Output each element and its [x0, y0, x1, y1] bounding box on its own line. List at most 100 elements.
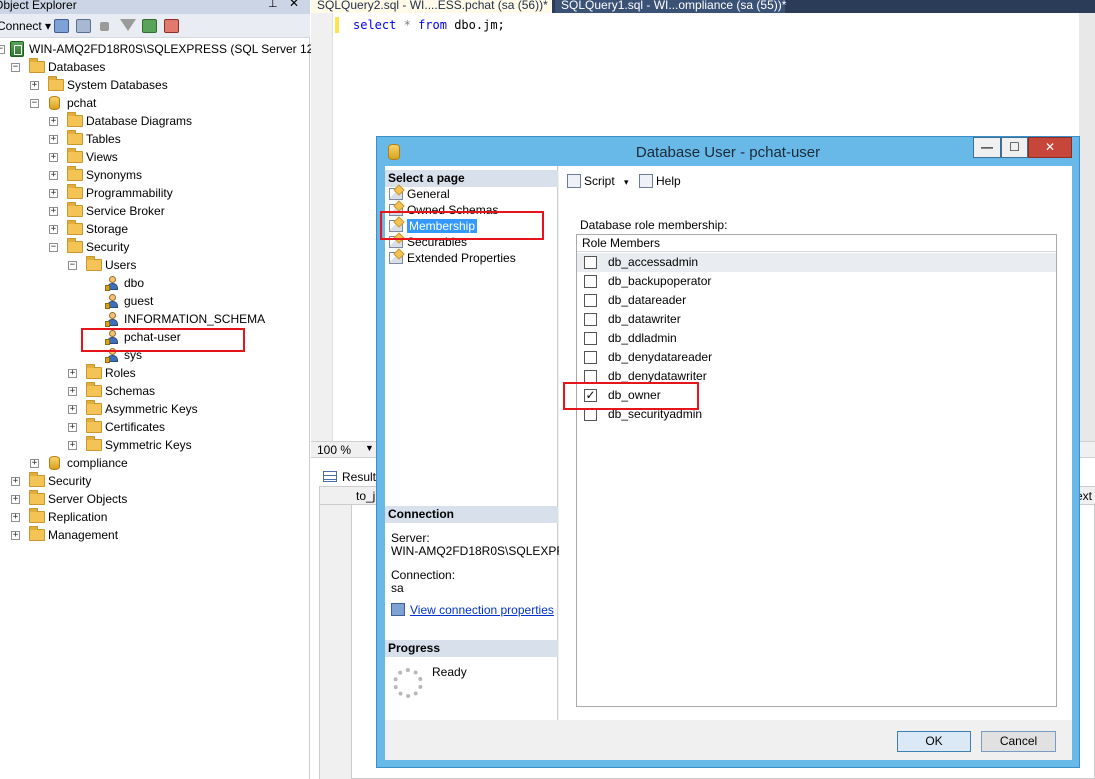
stop-icon[interactable] — [100, 22, 109, 31]
role-members-list[interactable]: Role Members db_accessadmin db_backupoper… — [576, 234, 1057, 707]
expand-icon[interactable]: + — [68, 369, 77, 378]
expand-icon[interactable]: + — [49, 153, 58, 162]
folder-icon — [86, 382, 102, 397]
expand-icon[interactable]: + — [11, 477, 20, 486]
editor-scrollbar[interactable] — [1079, 13, 1095, 444]
membership-page: Script ▾ Help Database role membership: … — [559, 166, 1072, 720]
collapse-icon[interactable]: − — [11, 63, 20, 72]
help-button[interactable]: Help — [639, 174, 681, 188]
expand-icon[interactable]: + — [49, 207, 58, 216]
role-row[interactable]: db_datawriter — [577, 310, 1056, 329]
chevron-down-icon[interactable]: ▾ — [624, 177, 629, 187]
user-icon — [105, 312, 119, 327]
checkbox[interactable] — [584, 275, 597, 288]
script-icon — [567, 174, 581, 188]
expand-icon[interactable]: + — [49, 135, 58, 144]
expand-icon[interactable]: + — [30, 459, 39, 468]
script-button[interactable]: Script ▾ — [567, 174, 629, 188]
folder-icon — [67, 184, 83, 199]
keyword-from: from — [418, 18, 447, 32]
close-button[interactable]: ✕ — [1028, 137, 1072, 158]
expand-icon[interactable]: + — [68, 441, 77, 450]
collapse-icon[interactable]: − — [68, 261, 77, 270]
disconnect-icon[interactable] — [76, 19, 91, 33]
connection-label: Connection: — [391, 568, 456, 582]
tab-sqlquery2[interactable]: SQLQuery2.sql - WI....ESS.pchat (sa (56)… — [311, 0, 569, 13]
tree-node-label: INFORMATION_SCHEMA — [124, 312, 266, 326]
expand-icon[interactable]: + — [68, 387, 77, 396]
checkbox[interactable] — [584, 256, 597, 269]
tree-node-label: Tables — [86, 132, 121, 146]
connection-header: Connection — [385, 506, 558, 523]
expand-icon[interactable]: + — [68, 405, 77, 414]
folder-icon — [67, 220, 83, 235]
view-connection-properties[interactable]: View connection properties — [391, 603, 554, 617]
tree-node-label: Security — [86, 240, 130, 254]
expand-icon[interactable]: + — [49, 117, 58, 126]
connect-button[interactable]: Connect ▾ — [0, 19, 51, 33]
tree-node-label: guest — [124, 294, 154, 308]
highlight-box-db-owner — [563, 382, 699, 410]
folder-icon — [67, 130, 83, 145]
tree-node-label: Symmetric Keys — [105, 438, 192, 452]
expand-icon[interactable]: + — [11, 495, 20, 504]
view-connection-link[interactable]: View connection properties — [410, 603, 554, 617]
role-row[interactable]: db_backupoperator — [577, 272, 1056, 291]
folder-icon — [86, 436, 102, 451]
minimize-button[interactable]: — — [973, 137, 1001, 158]
collapse-icon[interactable]: − — [30, 99, 39, 108]
tree-node-label: Replication — [48, 510, 108, 524]
tree-node-label: Schemas — [105, 384, 156, 398]
pin-icon[interactable]: ⊥ — [268, 0, 278, 10]
tab-label: SQLQuery2.sql - WI....ESS.pchat (sa (56)… — [317, 0, 548, 12]
column-header[interactable]: to_ji — [356, 489, 378, 503]
expand-icon[interactable]: + — [11, 531, 20, 540]
expand-icon[interactable]: + — [68, 423, 77, 432]
tree-node-label: System Databases — [67, 78, 168, 92]
maximize-button[interactable]: ☐ — [1001, 137, 1028, 158]
page-extended-properties[interactable]: Extended Properties — [389, 251, 516, 267]
role-row[interactable]: db_ddladmin — [577, 329, 1056, 348]
activity-monitor-icon[interactable] — [164, 19, 179, 33]
folder-icon — [48, 76, 64, 91]
page-label: Extended Properties — [407, 251, 516, 265]
role-members-header: Role Members — [577, 235, 1056, 252]
expand-icon[interactable]: + — [49, 189, 58, 198]
role-row[interactable]: db_denydatareader — [577, 348, 1056, 367]
checkbox[interactable] — [584, 313, 597, 326]
folder-icon — [86, 418, 102, 433]
chevron-down-icon[interactable]: ▼ — [365, 443, 374, 453]
sql-code[interactable]: select * from dbo.jm; — [353, 18, 505, 32]
page-selector-pane: Select a page General Owned Schemas Memb… — [385, 166, 573, 720]
checkbox[interactable] — [584, 351, 597, 364]
user-icon — [105, 276, 119, 291]
expand-icon[interactable]: + — [30, 81, 39, 90]
ok-button[interactable]: OK — [897, 731, 971, 752]
role-name: db_denydatareader — [608, 350, 713, 364]
page-icon — [389, 252, 403, 264]
checkbox[interactable] — [584, 332, 597, 345]
user-icon — [105, 294, 119, 309]
expand-icon[interactable]: + — [49, 171, 58, 180]
role-row[interactable]: db_accessadmin — [577, 253, 1056, 272]
grid-icon — [323, 471, 337, 482]
role-row[interactable]: db_datareader — [577, 291, 1056, 310]
filter-icon[interactable] — [120, 19, 136, 31]
object-explorer-toolbar: Connect ▾ — [0, 14, 310, 38]
collapse-icon[interactable]: − — [0, 45, 5, 54]
close-icon[interactable]: ✕ — [289, 0, 299, 9]
dialog-title-bar[interactable]: Database User - pchat-user — ☐ ✕ — [377, 137, 1079, 166]
connect-object-explorer-icon[interactable] — [54, 19, 69, 33]
tab-sqlquery1[interactable]: SQLQuery1.sql - WI...ompliance (sa (55))… — [555, 0, 786, 13]
page-icon — [389, 188, 403, 200]
zoom-level[interactable]: 100 % — [317, 443, 351, 457]
cancel-button[interactable]: Cancel — [981, 731, 1056, 752]
expand-icon[interactable]: + — [49, 225, 58, 234]
tab-results[interactable]: Results — [323, 470, 382, 484]
collapse-icon[interactable]: − — [49, 243, 58, 252]
refresh-icon[interactable] — [142, 19, 157, 33]
expand-icon[interactable]: + — [11, 513, 20, 522]
object-explorer-title-bar: Object Explorer ⊥ ✕ — [0, 0, 310, 14]
checkbox[interactable] — [584, 294, 597, 307]
tree-node-label: Management — [48, 528, 119, 542]
